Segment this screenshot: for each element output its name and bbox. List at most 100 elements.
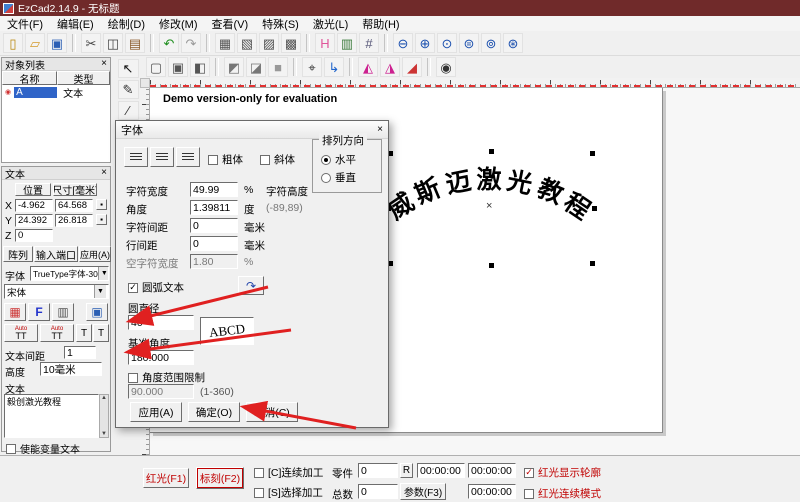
close-icon[interactable]: × [101,168,107,178]
redo-icon[interactable]: ↷ [181,33,201,53]
dialog-apply-button[interactable]: 应用(A) [130,402,182,422]
bold-checkbox[interactable]: 粗体 [208,152,243,167]
marquee-select-icon[interactable]: ▢ [146,57,166,77]
align-right-button[interactable] [176,147,200,167]
auto-text-button-1[interactable]: Auto TT [4,324,38,342]
position-header[interactable]: 位置 [15,183,51,196]
base-angle-field[interactable]: 180.000 [128,350,194,365]
red-light-continuous-checkbox[interactable]: 红光连续模式 [524,486,601,501]
checkbox-box[interactable] [260,155,270,165]
text-direction-button-2[interactable]: T [93,324,109,342]
zoom-window-icon[interactable]: ⊙ [437,33,457,53]
node-edit-icon[interactable]: ✎ [118,80,139,99]
preview-eye-icon[interactable]: ◉ [436,57,456,77]
apply-button[interactable]: 应用(A) [79,246,111,262]
selection-handle[interactable] [489,263,494,268]
selection-handle[interactable] [592,206,597,211]
diameter-field[interactable]: 40 [128,315,194,330]
height-field[interactable]: 10毫米 [40,362,102,376]
vertical-radio[interactable]: 垂直 [321,170,356,185]
mark-parameter-icon[interactable]: ▥ [337,33,357,53]
object-name-cell[interactable]: A [14,87,57,98]
open-folder-icon[interactable]: ▱ [25,33,45,53]
y-size-field[interactable]: 26.818 [55,214,93,227]
mirror-vertical-icon[interactable]: ◮ [380,57,400,77]
mark-button[interactable]: 标刻(F2) [196,467,244,489]
parameter-button[interactable]: 参数(F3) [400,483,446,500]
column-header-name[interactable]: 名称 [2,71,57,85]
zoom-page-icon[interactable]: ⊜ [459,33,479,53]
corner-arrow-icon[interactable]: ↳ [324,57,344,77]
radio-circle[interactable] [321,173,331,183]
mirror-horizontal-icon[interactable]: ◭ [358,57,378,77]
font-type-dropdown[interactable]: TrueType字体-30 ▼ [30,266,109,281]
red-light-contour-checkbox[interactable]: ✓ 红光显示轮廓 [524,465,601,480]
text-spacing-field[interactable]: 1 [64,346,96,359]
select-arrow-icon[interactable]: ↖ [118,59,139,78]
x-position-field[interactable]: -4.962 [15,199,53,212]
save-icon[interactable]: ▣ [47,33,67,53]
menu-item-5[interactable]: 特殊(S) [255,16,306,32]
checkbox-box[interactable]: ✓ [524,468,534,478]
array-tool-4-icon[interactable]: ▩ [281,33,301,53]
refresh-size-button[interactable]: ▪ [96,214,107,225]
selection-handle[interactable] [590,261,595,266]
checkbox-box[interactable] [128,373,138,383]
textarea-scrollbar[interactable]: ▲ ▼ [99,394,109,438]
chevron-down-icon[interactable]: ▼ [98,267,109,280]
column-header-type[interactable]: 类型 [57,71,110,85]
continuous-mark-checkbox[interactable]: [C]连续加工 [254,465,323,480]
input-port-tab-button[interactable]: 输入端口 [34,246,78,262]
horizontal-radio[interactable]: 水平 [321,152,356,167]
scroll-down-icon[interactable]: ▼ [101,431,107,437]
checkbox-box[interactable] [6,444,16,454]
size-header[interactable]: 尺寸[毫米] [53,183,97,196]
checkbox-box[interactable] [208,155,218,165]
array-tool-2-icon[interactable]: ▧ [237,33,257,53]
pan-icon[interactable]: ⊛ [503,33,523,53]
arc-preview-button[interactable]: ↷ [238,276,264,295]
dialog-ok-button[interactable]: 确定(O) [188,402,240,422]
chevron-down-icon[interactable]: ▼ [94,285,106,298]
node-edit-select-icon[interactable]: ▣ [168,57,188,77]
new-document-icon[interactable]: ▯ [3,33,23,53]
line-tool-icon[interactable]: ∕ [118,101,139,120]
line-space-field[interactable]: 0 [190,236,238,251]
save-font-button[interactable]: ▣ [86,303,108,321]
checkbox-box[interactable] [254,488,264,498]
text-style-button[interactable]: ▥ [52,303,74,321]
zoom-in-icon[interactable]: ⊕ [415,33,435,53]
align-left-button[interactable] [124,147,148,167]
menu-item-1[interactable]: 编辑(E) [50,16,101,32]
lock-icon[interactable]: ◩ [224,57,244,77]
menu-item-6[interactable]: 激光(L) [306,16,355,32]
y-position-field[interactable]: 24.392 [15,214,53,227]
align-center-button[interactable] [150,147,174,167]
unlock-icon[interactable]: ◪ [246,57,266,77]
angle-limit-checkbox[interactable]: 角度范围限制 [128,370,205,385]
part-count-field[interactable]: 0 [358,463,398,478]
total-count-field[interactable]: 0 [358,484,398,499]
z-position-field[interactable]: 0 [15,229,53,242]
zoom-all-icon[interactable]: ⊚ [481,33,501,53]
array-tool-3-icon[interactable]: ▨ [259,33,279,53]
checkbox-box[interactable]: ✓ [128,283,138,293]
array-tool-1-icon[interactable]: ▦ [215,33,235,53]
radio-circle[interactable] [321,155,331,165]
menu-item-0[interactable]: 文件(F) [0,16,50,32]
paste-icon[interactable]: ▤ [125,33,145,53]
move-to-origin-icon[interactable]: ⌖ [302,57,322,77]
menu-item-3[interactable]: 修改(M) [152,16,205,32]
variable-text-checkbox[interactable]: 使能变量文本 [6,441,80,456]
arc-text-checkbox[interactable]: ✓ 圆弧文本 [128,280,184,295]
copy-icon[interactable]: ◫ [103,33,123,53]
font-f-button[interactable]: F [28,303,50,321]
selection-handle[interactable] [489,149,494,154]
hatch-icon[interactable]: H [315,33,335,53]
font-name-dropdown[interactable]: 宋体 ▼ [4,284,109,299]
checkbox-box[interactable] [524,489,534,499]
red-light-button[interactable]: 红光(F1) [143,468,189,488]
rotate-icon[interactable]: ◢ [402,57,422,77]
object-row[interactable]: ◉ A 文本 [2,85,110,99]
close-icon[interactable]: × [377,125,383,135]
